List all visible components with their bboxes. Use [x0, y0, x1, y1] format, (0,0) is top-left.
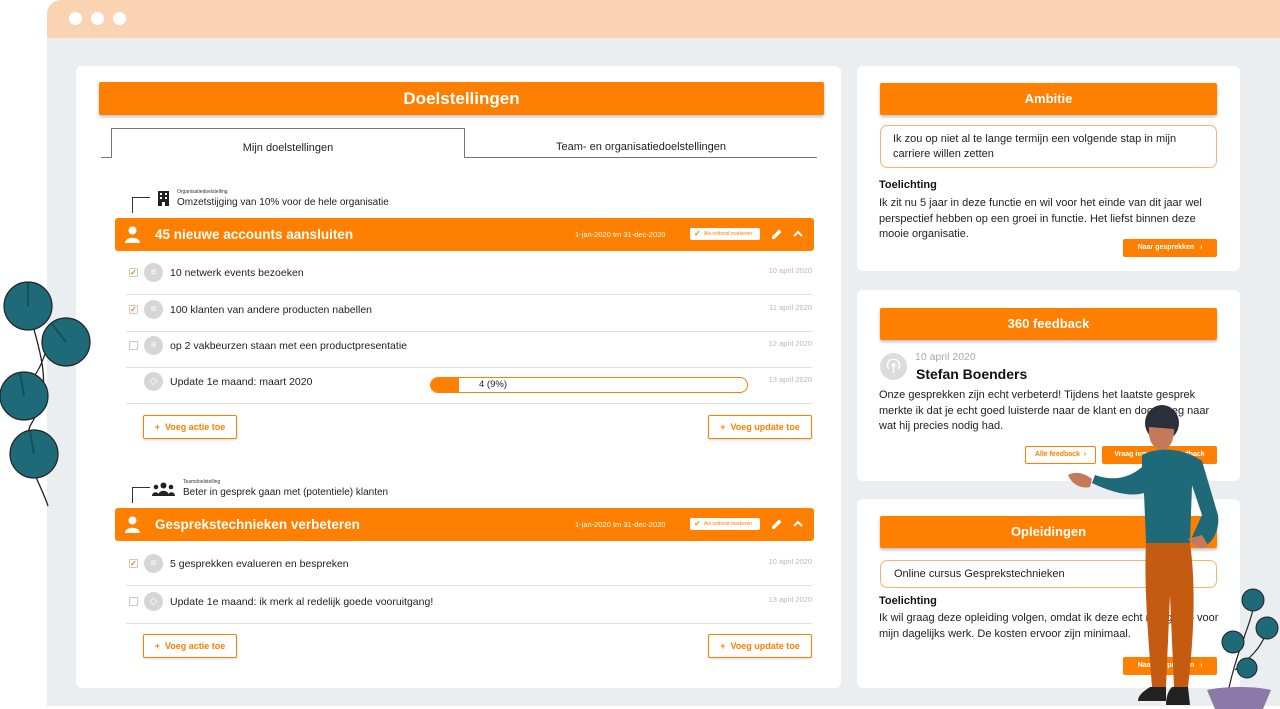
mark-done-button[interactable]: Als voltooid markeren — [690, 518, 760, 530]
add-update-button[interactable]: + Voeg update toe — [708, 415, 812, 439]
ambitie-bubble: Ik zou op niet al te lange termijn een v… — [880, 125, 1217, 168]
podcast-icon — [886, 359, 901, 373]
checkbox-checked[interactable]: ✓ — [129, 268, 138, 277]
add-update-label: Voeg update toe — [730, 641, 800, 651]
checkbox[interactable] — [129, 597, 138, 606]
ambitie-title: Ambitie — [880, 83, 1217, 115]
progress-bar: 4 (9%) — [430, 377, 748, 393]
plant-decoration-right — [1207, 588, 1279, 709]
window-titlebar — [47, 0, 1280, 38]
add-update-label: Voeg update toe — [730, 422, 800, 432]
checkbox[interactable] — [129, 341, 138, 350]
window-minimize-dot[interactable] — [91, 12, 104, 25]
action-date: 12 april 2020 — [768, 339, 812, 348]
update-date: 13 april 2020 — [768, 375, 812, 384]
plus-icon: + — [154, 641, 165, 651]
add-action-label: Voeg actie toe — [164, 422, 226, 432]
checkbox-checked[interactable]: ✓ — [129, 305, 138, 314]
plus-icon: + — [720, 641, 731, 651]
connector-line — [132, 197, 150, 198]
update-icon: ◇ — [144, 372, 163, 391]
goal-title: Gesprekstechnieken verbeteren — [155, 517, 360, 532]
user-icon — [125, 226, 140, 243]
plus-icon: + — [720, 422, 731, 432]
user-icon — [125, 516, 140, 533]
window-maximize-dot[interactable] — [113, 12, 126, 25]
chevron-up-icon[interactable] — [793, 520, 803, 528]
list-item[interactable]: ≡ op 2 vakbeurzen staan met een productp… — [126, 332, 812, 368]
list-icon: ≡ — [144, 263, 163, 282]
list-icon: ≡ — [144, 554, 163, 573]
list-icon: ≡ — [144, 336, 163, 355]
parent-goal-text: Beter in gesprek gaan met (potentiele) k… — [183, 487, 389, 498]
progress-label: 4 (9%) — [479, 379, 507, 390]
update-icon: ◇ — [144, 592, 163, 611]
add-update-button[interactable]: + Voeg update toe — [708, 634, 812, 658]
plus-icon: + — [154, 422, 165, 432]
ambitie-label: Toelichting — [879, 179, 937, 191]
tab-team-doelstellingen[interactable]: Team- en organisatiedoelstellingen — [465, 128, 817, 157]
list-item[interactable]: ✓ ≡ 100 klanten van andere producten nab… — [126, 296, 812, 332]
progress-fill — [431, 378, 460, 392]
chevron-right-icon: › — [1199, 244, 1203, 251]
goal-header[interactable]: Gesprekstechnieken verbeteren 1-jan-2020… — [115, 508, 814, 541]
plant-decoration-left — [0, 281, 91, 507]
connector-line — [132, 197, 133, 213]
add-action-button[interactable]: + Voeg actie toe — [143, 415, 237, 439]
person-illustration — [1068, 405, 1219, 705]
edit-icon[interactable] — [771, 518, 783, 530]
connector-line — [132, 487, 150, 488]
goal-dates: 1-jan-2020 tm 31-dec-2020 — [575, 520, 666, 529]
mark-done-button[interactable]: Als voltooid markeren — [690, 228, 760, 240]
action-text: 100 klanten van andere producten nabelle… — [170, 304, 372, 316]
feedback-date: 10 april 2020 — [915, 351, 976, 363]
update-date: 13 april 2020 — [768, 595, 812, 604]
action-text: op 2 vakbeurzen staan met een productpre… — [170, 340, 407, 352]
feedback-author: Stefan Boenders — [916, 366, 1028, 382]
goal-title: 45 nieuwe accounts aansluiten — [155, 227, 354, 242]
chevron-up-icon[interactable] — [793, 230, 803, 238]
feedback-title: 360 feedback — [880, 308, 1217, 340]
list-item[interactable]: ◇ Update 1e maand: ik merk al redelijk g… — [126, 588, 812, 624]
avatar — [880, 353, 907, 380]
tab-mijn-doelstellingen[interactable]: Mijn doelstellingen — [111, 128, 465, 158]
edit-icon[interactable] — [771, 228, 783, 240]
parent-goal-tag: Teamdoelstelling — [183, 479, 221, 485]
parent-goal-tag: Organisatiedoelstelling — [177, 189, 228, 195]
list-icon: ≡ — [144, 300, 163, 319]
action-date: 10 april 2020 — [768, 557, 812, 566]
goal-dates: 1-jan-2020 tm 31-dec-2020 — [575, 230, 666, 239]
action-date: 10 april 2020 — [768, 266, 812, 275]
checkbox-checked[interactable]: ✓ — [129, 559, 138, 568]
naar-gesprekken-button[interactable]: Naar gesprekken › — [1123, 239, 1217, 257]
window-close-dot[interactable] — [69, 12, 82, 25]
list-item[interactable]: ✓ ≡ 10 netwerk events bezoeken 10 april … — [126, 259, 812, 295]
ambitie-text: Ik zit nu 5 jaar in deze functie en wil … — [879, 197, 1202, 240]
team-icon — [152, 482, 175, 496]
update-text: Update 1e maand: ik merk al redelijk goe… — [170, 596, 434, 608]
update-text: Update 1e maand: maart 2020 — [170, 376, 313, 388]
action-text: 10 netwerk events bezoeken — [170, 267, 304, 279]
opleidingen-label: Toelichting — [879, 595, 937, 607]
goal-header[interactable]: 45 nieuwe accounts aansluiten 1-jan-2020… — [115, 218, 814, 251]
action-text: 5 gesprekken evalueren en bespreken — [170, 558, 349, 570]
building-icon — [158, 191, 169, 206]
list-item[interactable]: ✓ ≡ 5 gesprekken evalueren en bespreken … — [126, 550, 812, 586]
connector-line — [132, 487, 133, 503]
add-action-button[interactable]: + Voeg actie toe — [143, 634, 237, 658]
add-action-label: Voeg actie toe — [164, 641, 226, 651]
list-item[interactable]: ◇ Update 1e maand: maart 2020 4 (9%) 13 … — [126, 368, 812, 404]
parent-goal-text: Omzetstijging van 10% voor de hele organ… — [177, 197, 389, 208]
page-title: Doelstellingen — [99, 82, 824, 115]
naar-gesprekken-label: Naar gesprekken — [1137, 244, 1195, 251]
action-date: 11 april 2020 — [769, 303, 812, 312]
